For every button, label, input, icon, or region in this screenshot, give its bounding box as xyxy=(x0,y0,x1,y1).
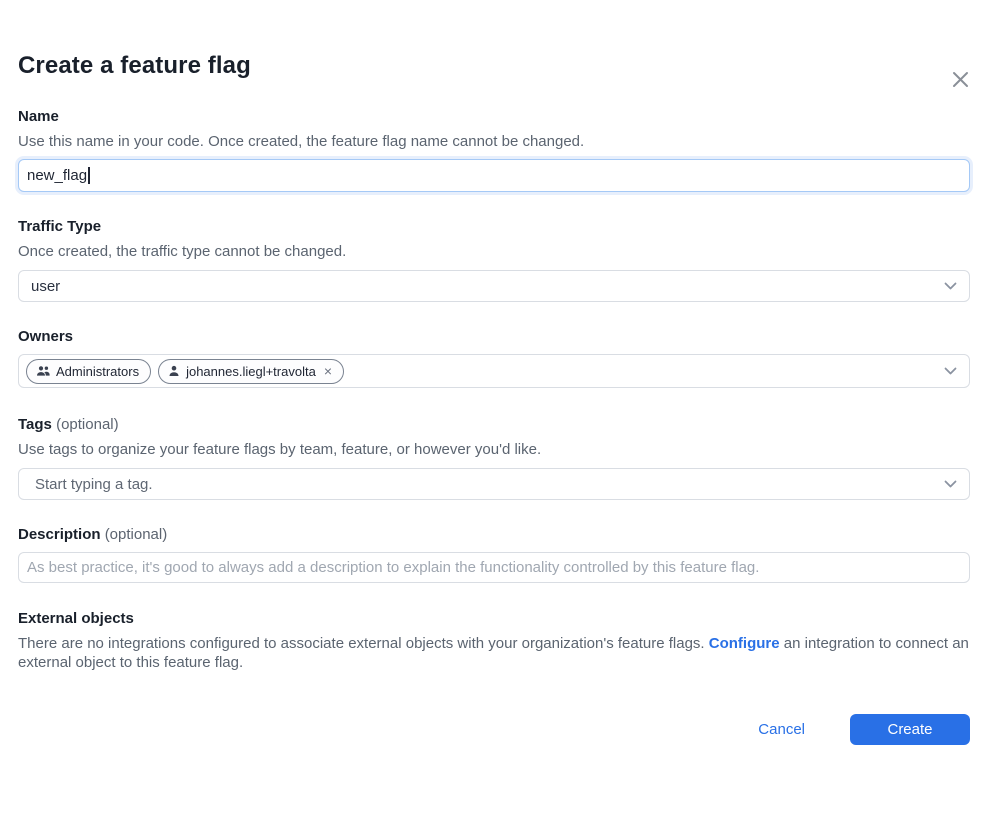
group-icon xyxy=(36,365,50,377)
owner-chip-label: Administrators xyxy=(56,364,139,379)
remove-owner-icon[interactable]: × xyxy=(324,365,332,377)
name-input[interactable]: new_flag xyxy=(18,159,970,192)
owner-chip-administrators[interactable]: Administrators xyxy=(26,359,151,384)
description-label: Description xyxy=(18,526,101,543)
cancel-button[interactable]: Cancel xyxy=(758,721,805,738)
close-button[interactable] xyxy=(948,67,972,91)
owner-chip-label: johannes.liegl+travolta xyxy=(186,364,316,379)
name-section: Name Use this name in your code. Once cr… xyxy=(18,108,970,192)
external-objects-text-before: There are no integrations configured to … xyxy=(18,635,709,652)
description-input[interactable]: As best practice, it's good to always ad… xyxy=(18,552,970,583)
tags-label: Tags xyxy=(18,416,52,433)
create-feature-flag-dialog: Create a feature flag Name Use this name… xyxy=(0,51,988,745)
close-icon xyxy=(950,69,971,90)
traffic-type-label: Traffic Type xyxy=(18,218,101,235)
chevron-down-icon xyxy=(944,480,957,488)
text-caret xyxy=(88,167,90,184)
name-label: Name xyxy=(18,108,59,125)
description-optional-suffix: (optional) xyxy=(105,526,168,543)
tags-placeholder: Start typing a tag. xyxy=(35,476,153,493)
chevron-down-icon xyxy=(944,367,957,375)
name-input-value: new_flag xyxy=(27,167,87,184)
tags-input[interactable]: Start typing a tag. xyxy=(18,468,970,500)
name-helper-text: Use this name in your code. Once created… xyxy=(18,133,970,151)
traffic-type-section: Traffic Type Once created, the traffic t… xyxy=(18,218,970,302)
owner-chip-user[interactable]: johannes.liegl+travolta × xyxy=(158,359,344,384)
external-objects-label: External objects xyxy=(18,610,134,627)
create-button[interactable]: Create xyxy=(850,714,970,745)
tags-section: Tags (optional) Use tags to organize you… xyxy=(18,416,970,500)
dialog-footer: Cancel Create xyxy=(18,714,970,745)
tags-optional-suffix: (optional) xyxy=(56,416,119,433)
owners-section: Owners Administrators xyxy=(18,328,970,388)
dialog-title: Create a feature flag xyxy=(18,51,970,81)
description-placeholder: As best practice, it's good to always ad… xyxy=(27,559,759,576)
traffic-type-value: user xyxy=(31,278,60,295)
chevron-down-icon xyxy=(944,282,957,290)
owners-label: Owners xyxy=(18,328,73,345)
person-icon xyxy=(168,365,180,377)
traffic-type-helper-text: Once created, the traffic type cannot be… xyxy=(18,243,970,261)
external-objects-section: External objects There are no integratio… xyxy=(18,610,970,672)
owners-select[interactable]: Administrators johannes.liegl+travolta × xyxy=(18,354,970,388)
configure-link[interactable]: Configure xyxy=(709,635,780,652)
description-section: Description (optional) As best practice,… xyxy=(18,526,970,583)
tags-helper-text: Use tags to organize your feature flags … xyxy=(18,441,970,459)
external-objects-text: There are no integrations configured to … xyxy=(18,635,970,672)
traffic-type-select[interactable]: user xyxy=(18,270,970,302)
owners-chip-list: Administrators johannes.liegl+travolta × xyxy=(26,359,344,384)
